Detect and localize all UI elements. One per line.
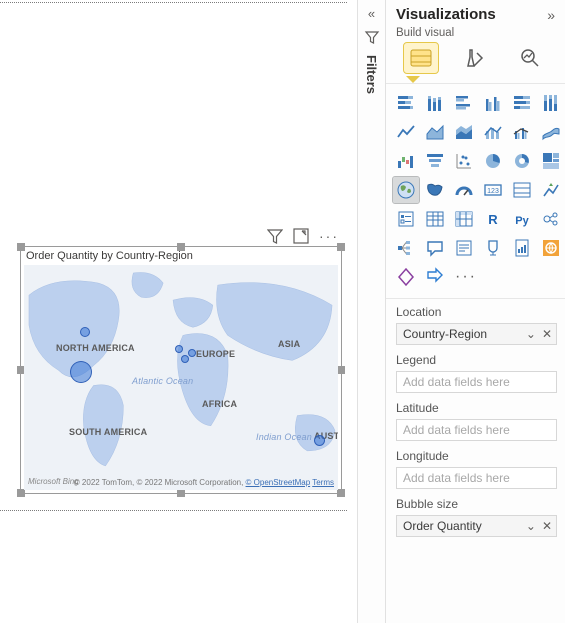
viz-r-script[interactable]: R	[480, 206, 506, 232]
terms-link[interactable]: Terms	[312, 478, 334, 487]
filters-label[interactable]: Filters	[364, 55, 379, 94]
viz-treemap[interactable]	[538, 148, 564, 174]
filters-rail: « Filters	[357, 0, 385, 623]
map-bubble-uk[interactable]	[175, 345, 183, 353]
viz-python[interactable]: Py	[509, 206, 535, 232]
well-bubble-field[interactable]: Order Quantity ⌄ ✕	[396, 515, 557, 537]
map-bubble-ca[interactable]	[80, 327, 90, 337]
map-label-atlantic: Atlantic Ocean	[132, 377, 193, 387]
map-label-na: NORTH AMERICA	[56, 343, 135, 353]
viz-pie[interactable]	[480, 148, 506, 174]
viz-card[interactable]: 123	[480, 177, 506, 203]
analytics-mode-button[interactable]	[513, 43, 547, 73]
viz-scatter[interactable]	[451, 148, 477, 174]
fields-mode-button[interactable]	[404, 43, 438, 73]
viz-goals[interactable]	[480, 235, 506, 261]
viz-line[interactable]	[393, 119, 419, 145]
viz-clustered-bar[interactable]	[451, 90, 477, 116]
map-canvas[interactable]: NORTH AMERICA SOUTH AMERICA EUROPE AFRIC…	[24, 265, 338, 490]
viz-filled-map[interactable]	[422, 177, 448, 203]
viz-decomposition[interactable]	[393, 235, 419, 261]
viz-stacked-column[interactable]	[422, 90, 448, 116]
expand-filters-icon[interactable]: «	[368, 6, 375, 21]
format-mode-button[interactable]	[458, 43, 492, 73]
well-bubble-label: Bubble size	[396, 497, 557, 511]
viz-100-column[interactable]	[538, 90, 564, 116]
map-visual[interactable]: Order Quantity by Country-Region	[20, 246, 342, 494]
viz-ribbon[interactable]	[538, 119, 564, 145]
viz-powerapps[interactable]	[393, 264, 419, 290]
map-bubble-us[interactable]	[70, 361, 92, 383]
osm-link[interactable]: © OpenStreetMap	[246, 478, 311, 487]
svg-text:Py: Py	[515, 215, 529, 227]
svg-text:R: R	[488, 212, 498, 227]
filter-icon[interactable]	[267, 228, 283, 244]
viz-panel-title: Visualizations	[396, 6, 496, 23]
viz-arcgis[interactable]	[538, 235, 564, 261]
viz-matrix[interactable]	[451, 206, 477, 232]
viz-type-grid: 123 R Py ···	[386, 86, 565, 298]
viz-qna[interactable]	[422, 235, 448, 261]
field-wells: Location Country-Region ⌄ ✕ Legend Add d…	[386, 298, 565, 623]
viz-clustered-column[interactable]	[480, 90, 506, 116]
field-remove-icon-2[interactable]: ✕	[542, 519, 552, 533]
viz-automate[interactable]	[422, 264, 448, 290]
viz-more[interactable]: ···	[451, 264, 477, 290]
svg-text:123: 123	[487, 188, 499, 195]
visual-more-icon[interactable]: ···	[319, 228, 339, 244]
map-label-af: AFRICA	[202, 399, 237, 409]
viz-slicer[interactable]	[393, 206, 419, 232]
map-label-as: ASIA	[278, 339, 300, 349]
well-location-label: Location	[396, 305, 557, 319]
viz-line-stacked-column[interactable]	[480, 119, 506, 145]
map-copyright: © 2022 TomTom, © 2022 Microsoft Corporat…	[74, 478, 334, 487]
viz-stacked-bar[interactable]	[393, 90, 419, 116]
well-legend-drop[interactable]: Add data fields here	[396, 371, 557, 393]
viz-gauge[interactable]	[451, 177, 477, 203]
well-latitude-label: Latitude	[396, 401, 557, 415]
well-location-field[interactable]: Country-Region ⌄ ✕	[396, 323, 557, 345]
build-visual-label: Build visual	[386, 27, 565, 41]
map-bubble-fr[interactable]	[181, 355, 189, 363]
focus-mode-icon[interactable]	[293, 228, 309, 244]
viz-funnel[interactable]	[422, 148, 448, 174]
map-bubble-au[interactable]	[314, 435, 325, 446]
well-longitude-label: Longitude	[396, 449, 557, 463]
map-label-eu: EUROPE	[196, 349, 235, 359]
visualizations-panel: Visualizations » Build visual	[385, 0, 565, 623]
viz-waterfall[interactable]	[393, 148, 419, 174]
viz-map[interactable]	[393, 177, 419, 203]
map-bubble-de[interactable]	[188, 349, 196, 357]
map-label-indian: Indian Ocean	[256, 433, 312, 443]
viz-line-clustered-column[interactable]	[509, 119, 535, 145]
bing-logo: Microsoft Bing	[28, 477, 79, 486]
well-latitude-drop[interactable]: Add data fields here	[396, 419, 557, 441]
field-dropdown-icon[interactable]: ⌄	[526, 327, 536, 341]
viz-kpi[interactable]	[538, 177, 564, 203]
viz-donut[interactable]	[509, 148, 535, 174]
collapse-panel-icon[interactable]: »	[547, 7, 555, 23]
viz-paginated[interactable]	[509, 235, 535, 261]
well-legend-label: Legend	[396, 353, 557, 367]
filters-funnel-icon[interactable]	[364, 29, 380, 45]
viz-narrative[interactable]	[451, 235, 477, 261]
viz-stacked-area[interactable]	[451, 119, 477, 145]
report-canvas[interactable]: ··· Order Quantity by Country-Region	[0, 0, 357, 623]
well-longitude-drop[interactable]: Add data fields here	[396, 467, 557, 489]
viz-table[interactable]	[422, 206, 448, 232]
page-border-top	[0, 2, 347, 3]
viz-multirow-card[interactable]	[509, 177, 535, 203]
viz-key-influencers[interactable]	[538, 206, 564, 232]
panel-mode-row	[386, 41, 565, 77]
map-label-sa: SOUTH AMERICA	[69, 427, 147, 437]
field-remove-icon[interactable]: ✕	[542, 327, 552, 341]
field-dropdown-icon-2[interactable]: ⌄	[526, 519, 536, 533]
viz-area[interactable]	[422, 119, 448, 145]
page-border-bottom	[0, 510, 347, 511]
visual-header-tools: ···	[267, 228, 339, 244]
viz-100-bar[interactable]	[509, 90, 535, 116]
